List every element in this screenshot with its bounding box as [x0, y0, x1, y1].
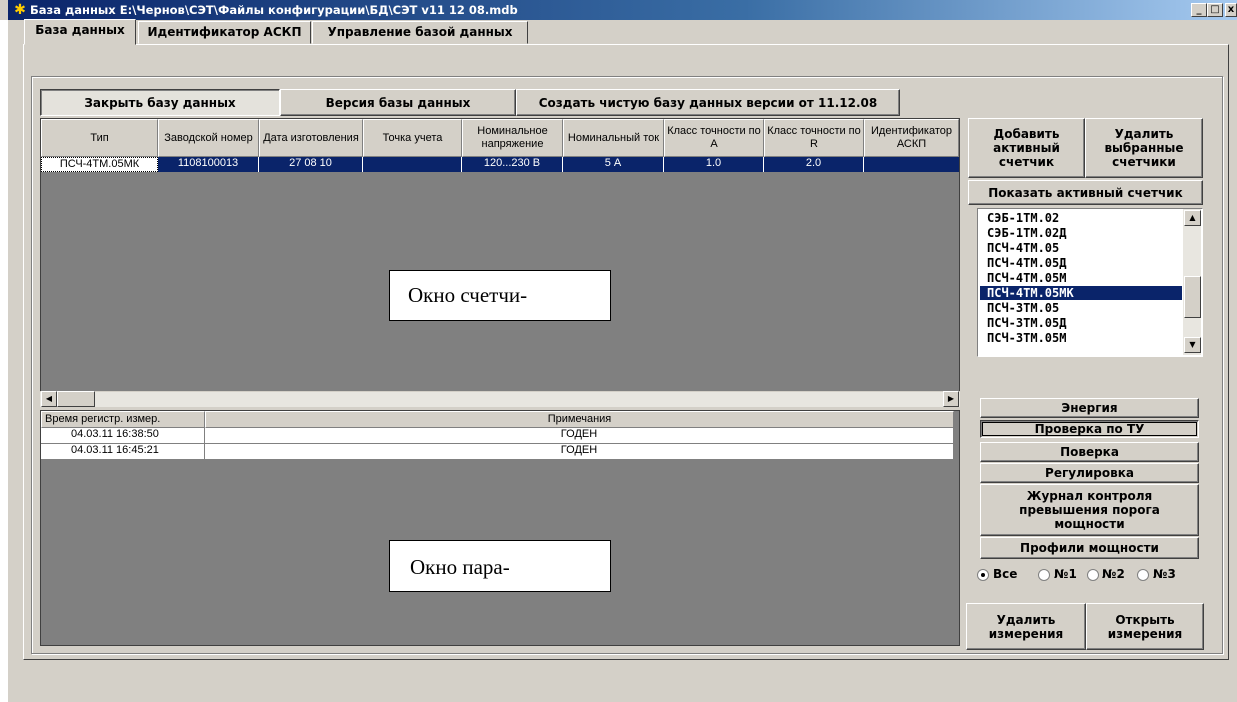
table-cell[interactable]: ГОДЕН — [205, 444, 954, 460]
list-item[interactable]: ПСЧ-3ТМ.05М — [987, 331, 1177, 345]
table-cell[interactable]: 04.03.11 16:38:50 — [41, 428, 205, 444]
radio-label: №2 — [1102, 567, 1125, 581]
verification-button[interactable]: Поверка — [980, 442, 1199, 462]
col-header-reg-time[interactable]: Время регистр. измер. — [41, 411, 205, 428]
col-header-serial[interactable]: Заводской номер — [158, 119, 259, 157]
list-item[interactable]: ПСЧ-4ТМ.05Д — [987, 256, 1177, 270]
table-cell[interactable]: 5 А — [563, 157, 664, 172]
table-cell[interactable]: ГОДЕН — [205, 428, 954, 444]
arrow-left-icon[interactable]: ◀ — [41, 391, 57, 407]
col-header-notes[interactable]: Примечания — [205, 411, 954, 428]
list-item[interactable]: ПСЧ-3ТМ.05Д — [987, 316, 1177, 330]
tab-db-management[interactable]: Управление базой данных — [312, 21, 528, 44]
delete-measurements-button[interactable]: Удалить измерения — [966, 603, 1086, 650]
energy-button[interactable]: Энергия — [980, 398, 1199, 418]
radio-3[interactable] — [1137, 569, 1149, 581]
table-cell[interactable]: 1108100013 — [158, 157, 259, 172]
table-cell[interactable]: 27 08 10 — [259, 157, 363, 172]
window-title: База данных E:\Чернов\СЭТ\Файлы конфигур… — [30, 3, 518, 17]
open-measurements-button[interactable]: Открыть измерения — [1086, 603, 1204, 650]
col-header-askp-id[interactable]: Идентификатор АСКП — [864, 119, 959, 157]
add-active-meter-button[interactable]: Добавить активный счетчик — [968, 118, 1085, 178]
table-cell[interactable]: 1.0 — [664, 157, 764, 172]
radio-all[interactable] — [977, 569, 989, 581]
list-item[interactable]: СЭБ-1ТМ.02Д — [987, 226, 1177, 240]
table-cell[interactable]: 120...230 В — [462, 157, 563, 172]
meter-window-callout: Окно счетчи- — [389, 270, 611, 321]
col-header-voltage[interactable]: Номинальное напряжение — [462, 119, 563, 157]
app-icon: ✱ — [14, 2, 26, 18]
list-item[interactable]: ПСЧ-3ТМ.05 — [987, 301, 1177, 315]
col-header-point[interactable]: Точка учета — [363, 119, 462, 157]
list-item-selected[interactable]: ПСЧ-4ТМ.05МК — [980, 286, 1182, 300]
table-cell[interactable]: 04.03.11 16:45:21 — [41, 444, 205, 460]
close-database-button[interactable]: Закрыть базу данных — [40, 89, 280, 116]
horizontal-scrollbar[interactable] — [40, 391, 960, 407]
maximize-button[interactable]: □ — [1207, 3, 1223, 17]
table-cell[interactable] — [864, 157, 959, 172]
table-cell[interactable] — [363, 157, 462, 172]
database-version-button[interactable]: Версия базы данных — [280, 89, 516, 116]
show-active-meter-button[interactable]: Показать активный счетчик — [968, 180, 1203, 205]
col-header-date[interactable]: Дата изготовления — [259, 119, 363, 157]
tu-check-button[interactable]: Проверка по ТУ — [980, 420, 1199, 438]
table-cell[interactable]: 2.0 — [764, 157, 864, 172]
arrow-down-icon[interactable]: ▼ — [1184, 337, 1201, 353]
power-profiles-button[interactable]: Профили мощности — [980, 537, 1199, 559]
list-item[interactable]: ПСЧ-4ТМ.05 — [987, 241, 1177, 255]
table-cell[interactable]: ПСЧ-4ТМ.05МК — [41, 157, 158, 172]
window-edge — [0, 20, 8, 702]
radio-label: №1 — [1054, 567, 1077, 581]
delete-selected-meters-button[interactable]: Удалить выбранные счетчики — [1085, 118, 1203, 178]
arrow-up-icon[interactable]: ▲ — [1184, 210, 1201, 226]
minimize-button[interactable]: _ — [1191, 3, 1207, 17]
radio-2[interactable] — [1087, 569, 1099, 581]
list-item[interactable]: ПСЧ-4ТМ.05М — [987, 271, 1177, 285]
create-clean-database-button[interactable]: Создать чистую базу данных версии от 11.… — [516, 89, 900, 116]
scrollbar-thumb[interactable] — [1184, 276, 1201, 318]
col-header-class-a[interactable]: Класс точности по А — [664, 119, 764, 157]
col-header-current[interactable]: Номинальный ток — [563, 119, 664, 157]
tab-database[interactable]: База данных — [24, 19, 136, 45]
title-bar[interactable]: ✱ База данных E:\Чернов\СЭТ\Файлы конфиг… — [8, 0, 1237, 20]
close-button[interactable]: x — [1225, 3, 1237, 17]
power-threshold-log-button[interactable]: Журнал контроля превышения порога мощнос… — [980, 484, 1199, 536]
arrow-right-icon[interactable]: ▶ — [943, 391, 959, 407]
adjustment-button[interactable]: Регулировка — [980, 463, 1199, 483]
scrollbar-thumb[interactable] — [57, 391, 95, 407]
col-header-type[interactable]: Тип — [41, 119, 158, 157]
radio-1[interactable] — [1038, 569, 1050, 581]
list-item[interactable]: СЭБ-1ТМ.02 — [987, 211, 1177, 225]
radio-label: №3 — [1153, 567, 1176, 581]
parameters-window-callout: Окно пара- — [389, 540, 611, 592]
col-header-class-r[interactable]: Класс точности по R — [764, 119, 864, 157]
tab-askp-id[interactable]: Идентификатор АСКП — [138, 21, 311, 44]
radio-label: Все — [993, 567, 1018, 581]
